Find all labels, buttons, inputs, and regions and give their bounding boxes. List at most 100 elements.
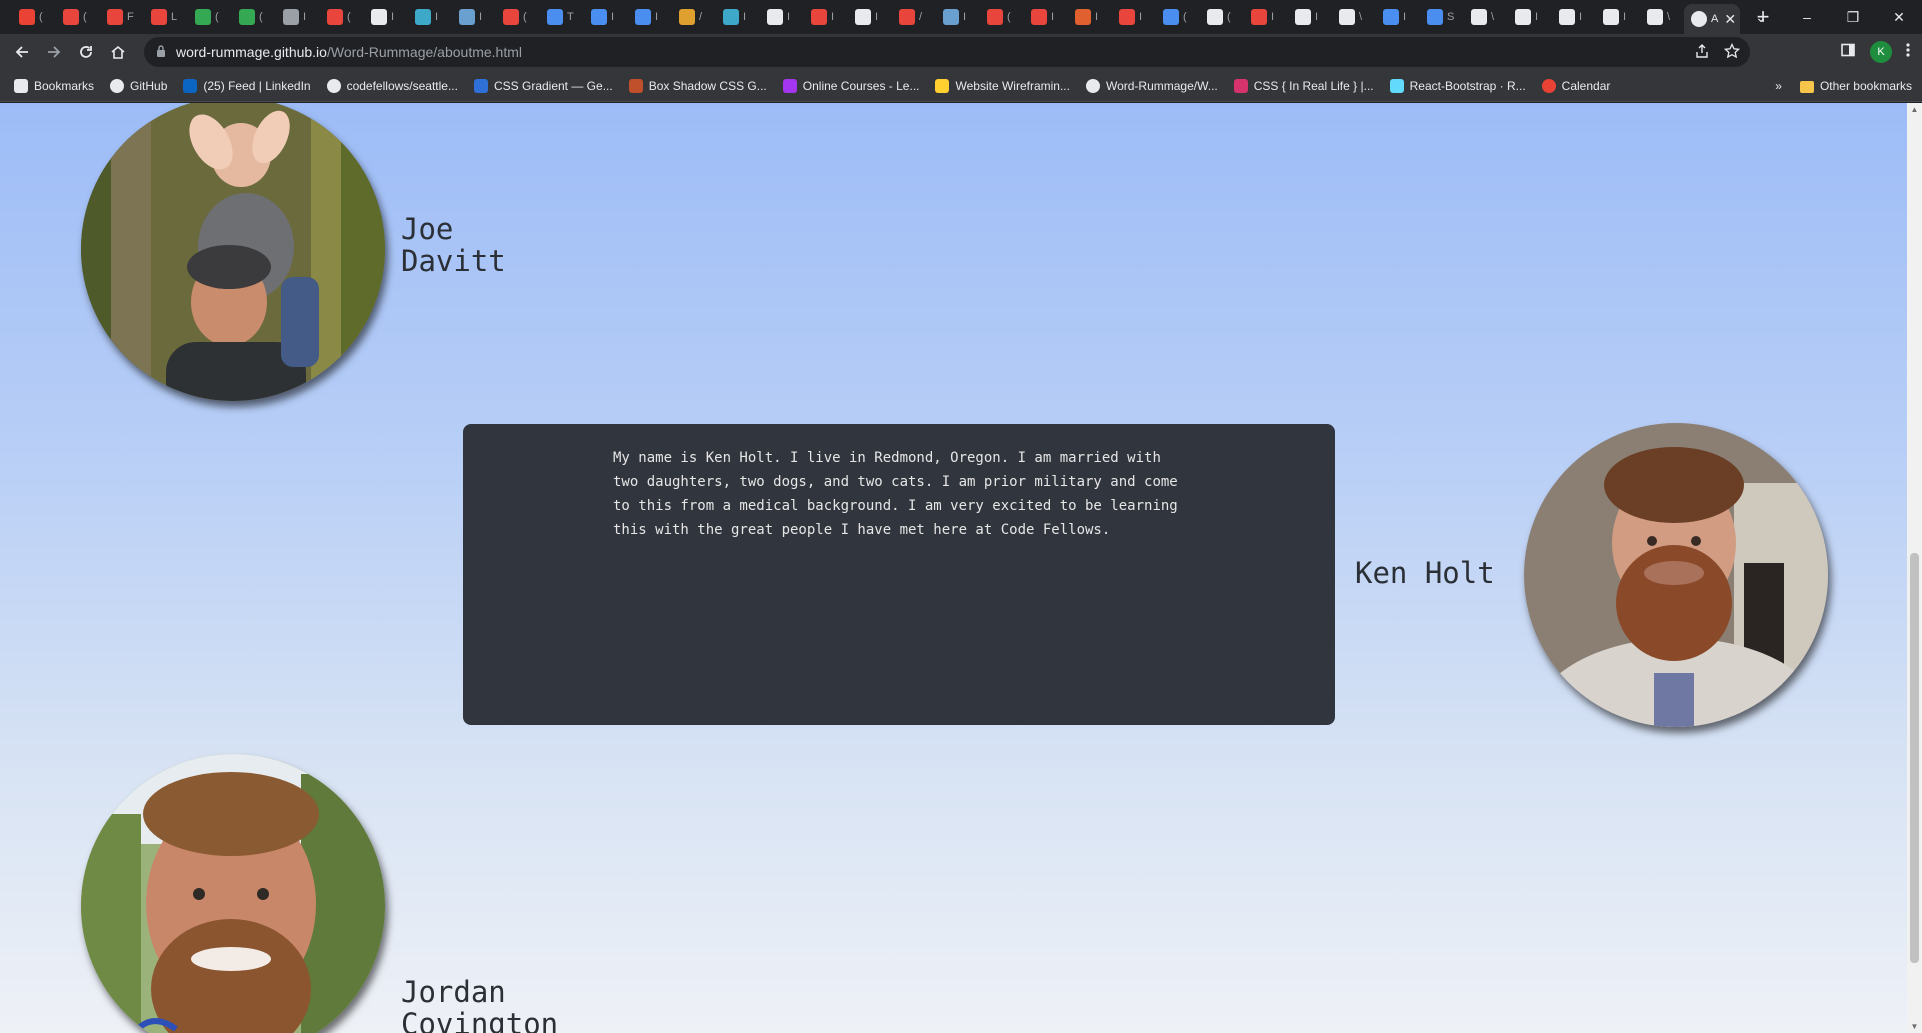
tab-title: I [303, 11, 307, 23]
tab-favicon-icon [547, 9, 563, 25]
browser-tab[interactable]: ( [232, 3, 276, 31]
page-scrollbar[interactable]: ▲ ▼ [1907, 103, 1922, 1033]
bookmarks-bar: Bookmarks GitHub (25) Feed | LinkedIn codef… [0, 70, 1922, 102]
browser-tab[interactable]: ( [56, 3, 100, 31]
browser-tab[interactable]: I [716, 3, 760, 31]
css-irl-icon [1233, 78, 1248, 93]
profile-avatar[interactable]: K [1870, 41, 1892, 63]
bookmark-item[interactable]: codefellows/seattle... [326, 78, 458, 93]
browser-tab[interactable]: I [760, 3, 804, 31]
bookmark-item[interactable]: React-Bootstrap · R... [1389, 78, 1526, 93]
browser-tab[interactable]: ( [12, 3, 56, 31]
scroll-down-arrow-icon[interactable]: ▼ [1910, 1022, 1919, 1031]
browser-tab[interactable]: I [1244, 3, 1288, 31]
browser-tab[interactable]: / [672, 3, 716, 31]
browser-tab[interactable]: ( [1156, 3, 1200, 31]
menu-kebab-icon[interactable] [1906, 42, 1910, 63]
bookmarks-overflow-button[interactable]: » [1775, 79, 1782, 93]
bookmark-item[interactable]: CSS Gradient — Ge... [473, 78, 613, 93]
bookmark-item[interactable]: Box Shadow CSS G... [628, 78, 767, 93]
tab-title: I [1535, 11, 1539, 23]
browser-tab[interactable]: / [892, 3, 936, 31]
browser-tab[interactable]: \ [1640, 3, 1684, 31]
tab-favicon-icon [679, 9, 695, 25]
tab-favicon-icon [459, 9, 475, 25]
browser-tab[interactable]: I [1024, 3, 1068, 31]
window-controls: ⌄ – ❐ ✕ [1738, 0, 1922, 34]
home-icon [111, 45, 125, 59]
browser-tab[interactable]: \ [1464, 3, 1508, 31]
tab-favicon-icon [1031, 9, 1047, 25]
browser-tab[interactable]: T [540, 3, 584, 31]
bookmark-label: React-Bootstrap · R... [1409, 78, 1526, 93]
browser-tab[interactable]: \ [1332, 3, 1376, 31]
back-button[interactable] [6, 36, 38, 68]
browser-tab[interactable]: ( [980, 3, 1024, 31]
scroll-up-arrow-icon[interactable]: ▲ [1910, 105, 1919, 114]
tab-title: / [699, 11, 703, 23]
browser-tab[interactable]: I [1596, 3, 1640, 31]
browser-tab[interactable]: I [804, 3, 848, 31]
bookmark-star-icon[interactable] [1723, 42, 1741, 62]
side-panel-icon[interactable] [1840, 42, 1856, 63]
browser-tab[interactable]: F [100, 3, 144, 31]
browser-tab[interactable]: ( [188, 3, 232, 31]
reload-button[interactable] [70, 36, 102, 68]
tab-title: ( [1227, 11, 1231, 23]
bookmark-item[interactable]: Calendar [1541, 78, 1610, 93]
tab-title: I [435, 11, 439, 23]
browser-tab[interactable]: I [1068, 3, 1112, 31]
bookmark-item[interactable]: (25) Feed | LinkedIn [183, 78, 311, 93]
tab-title: I [875, 11, 879, 23]
restore-button[interactable]: ❐ [1830, 9, 1876, 26]
bookmark-label: Online Courses - Le... [802, 78, 920, 93]
browser-tab[interactable]: ( [496, 3, 540, 31]
browser-tab[interactable]: I [1508, 3, 1552, 31]
name-line: Davitt [401, 244, 506, 278]
browser-tab[interactable]: I [848, 3, 892, 31]
close-window-button[interactable]: ✕ [1876, 9, 1922, 26]
tab-title: L [171, 11, 178, 23]
tab-favicon-icon [283, 9, 299, 25]
browser-tab[interactable]: ( [1200, 3, 1244, 31]
browser-tab[interactable]: I [1552, 3, 1596, 31]
react-icon [1389, 78, 1404, 93]
browser-tab[interactable]: I [276, 3, 320, 31]
browser-tab[interactable]: I [408, 3, 452, 31]
browser-tab[interactable]: I [452, 3, 496, 31]
bookmark-item[interactable]: Online Courses - Le... [782, 78, 920, 93]
browser-tab[interactable]: S [1420, 3, 1464, 31]
scroll-thumb[interactable] [1910, 553, 1919, 963]
browser-tab[interactable]: I [1376, 3, 1420, 31]
tab-favicon-icon [1515, 9, 1531, 25]
share-icon[interactable] [1694, 43, 1710, 62]
browser-tab[interactable]: I [364, 3, 408, 31]
browser-tab[interactable]: I [628, 3, 672, 31]
browser-tab[interactable]: L [144, 3, 188, 31]
tab-search-icon[interactable]: ⌄ [1738, 9, 1784, 26]
forward-button[interactable] [38, 36, 70, 68]
bookmark-item[interactable]: CSS { In Real Life } |... [1233, 78, 1374, 93]
photo-portrait-illustration [1524, 423, 1828, 727]
browser-tab[interactable]: I [936, 3, 980, 31]
tab-title: S [1447, 11, 1455, 23]
bookmark-item[interactable]: Bookmarks [14, 78, 94, 93]
close-tab-icon[interactable]: ✕ [1724, 11, 1736, 28]
other-bookmarks-folder[interactable]: Other bookmarks [1799, 79, 1912, 93]
bookmark-item[interactable]: GitHub [110, 78, 167, 93]
home-button[interactable] [102, 36, 134, 68]
tab-favicon-icon [943, 9, 959, 25]
browser-tab[interactable]: I [584, 3, 628, 31]
active-tab[interactable]: A ✕ [1684, 4, 1740, 34]
bookmark-item[interactable]: Word-Rummage/W... [1085, 78, 1218, 93]
calendar-icon [1541, 78, 1556, 93]
browser-tab[interactable]: I [1112, 3, 1156, 31]
address-bar[interactable]: word-rummage.github.io/Word-Rummage/abou… [144, 37, 1750, 67]
minimize-button[interactable]: – [1784, 9, 1830, 25]
tab-favicon-icon [107, 9, 123, 25]
tab-favicon-icon [503, 9, 519, 25]
browser-tab[interactable]: ( [320, 3, 364, 31]
bookmark-item[interactable]: Website Wireframin... [935, 78, 1070, 93]
browser-tab[interactable]: I [1288, 3, 1332, 31]
tab-title: ( [259, 11, 263, 23]
